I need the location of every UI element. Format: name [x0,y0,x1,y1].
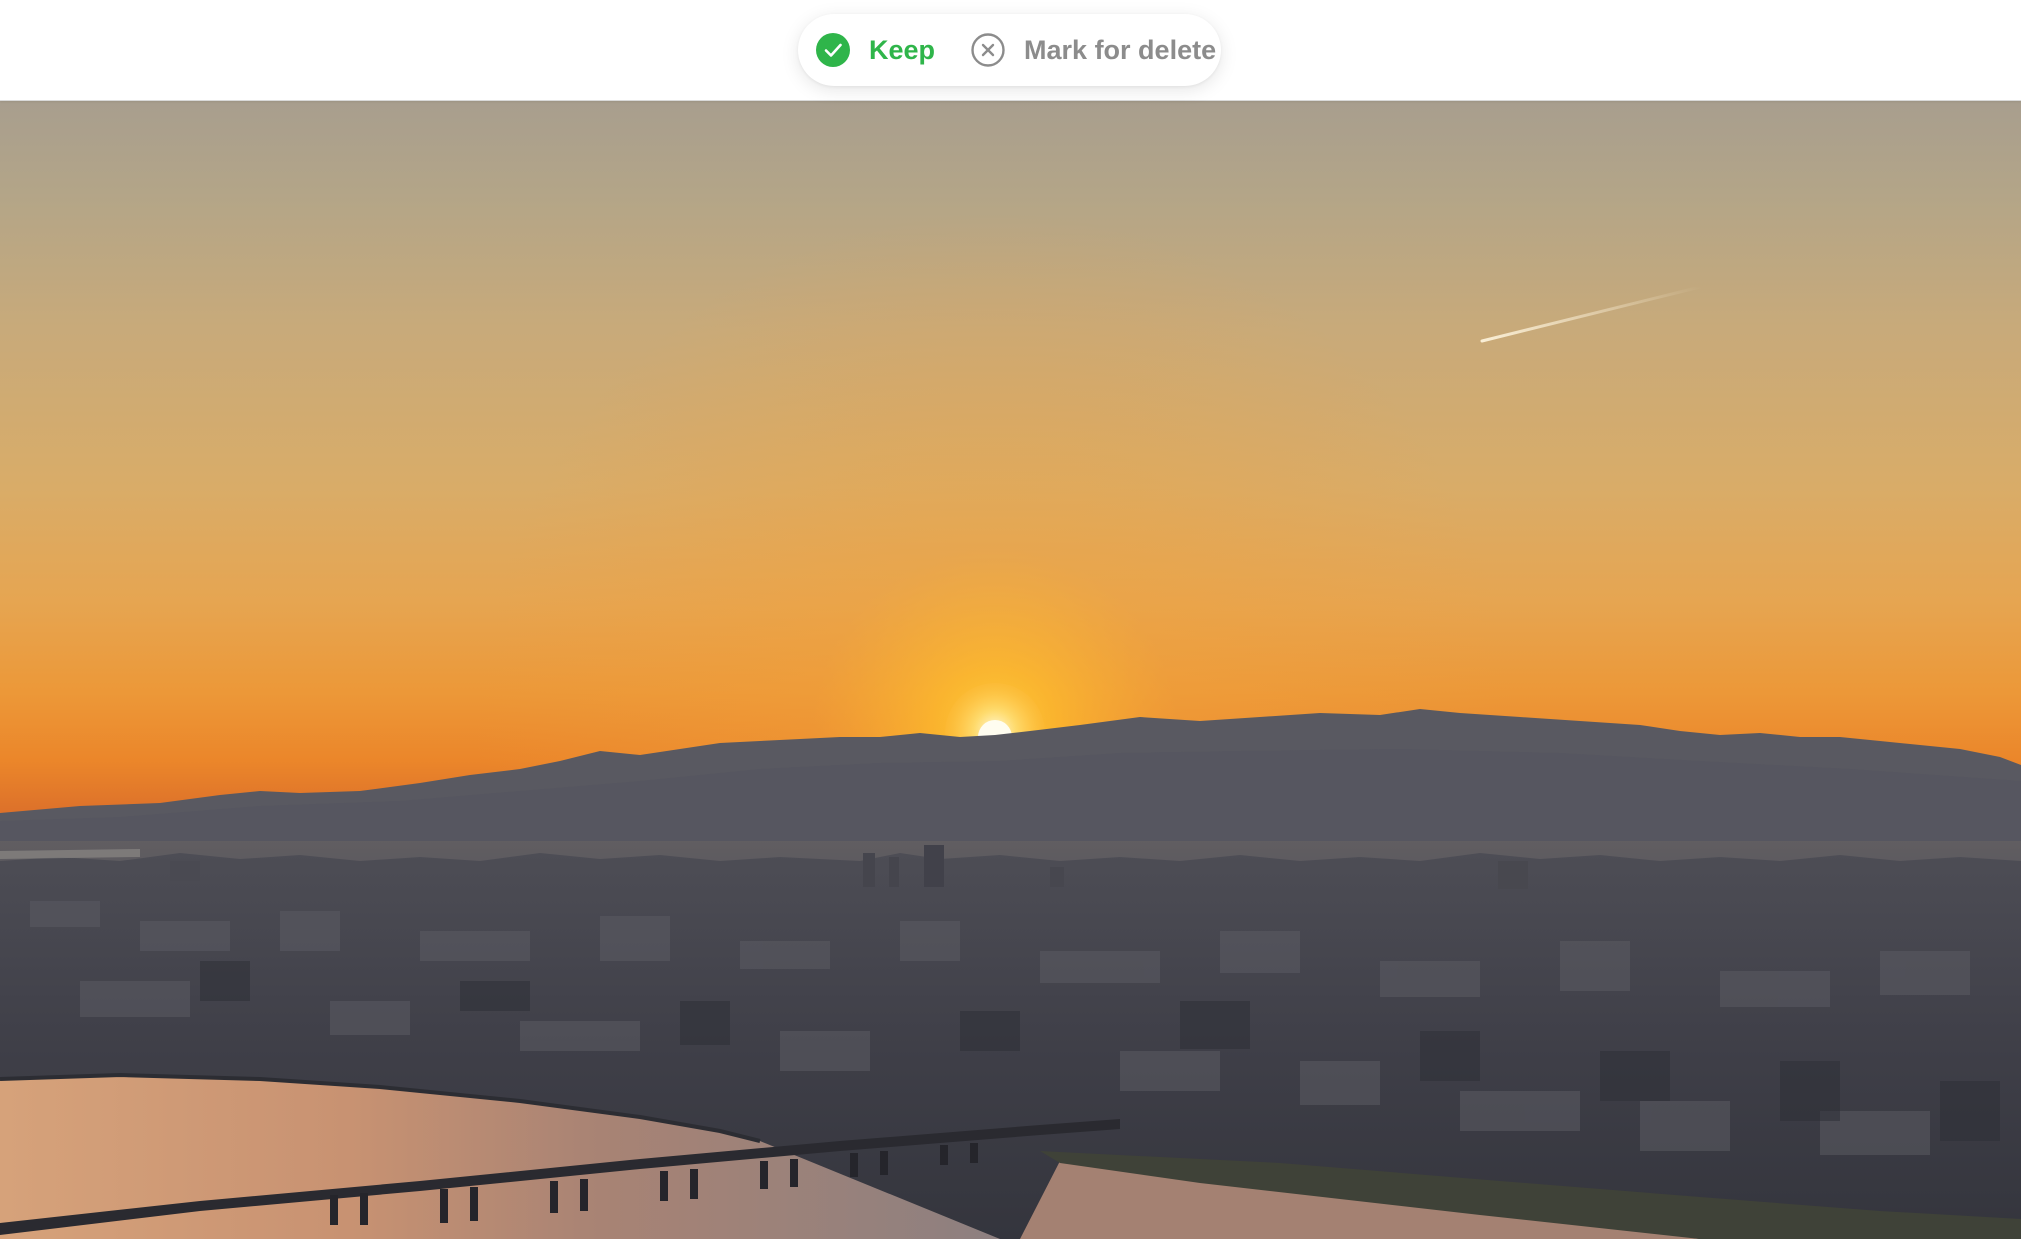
decision-pill: Keep Mark for delete [798,14,1221,86]
top-toolbar: Keep Mark for delete [0,0,2021,101]
mark-for-delete-label: Mark for delete [1024,34,1217,65]
sunset-photo [0,101,2021,1239]
x-circle-icon [971,33,1005,67]
photo-review-app: Keep Mark for delete [0,0,2021,1239]
mark-for-delete-button[interactable]: Mark for delete [971,20,1216,80]
check-circle-icon [816,33,850,67]
keep-button[interactable]: Keep [816,20,941,80]
keep-label: Keep [869,34,936,65]
photo-preview [0,101,2021,1239]
